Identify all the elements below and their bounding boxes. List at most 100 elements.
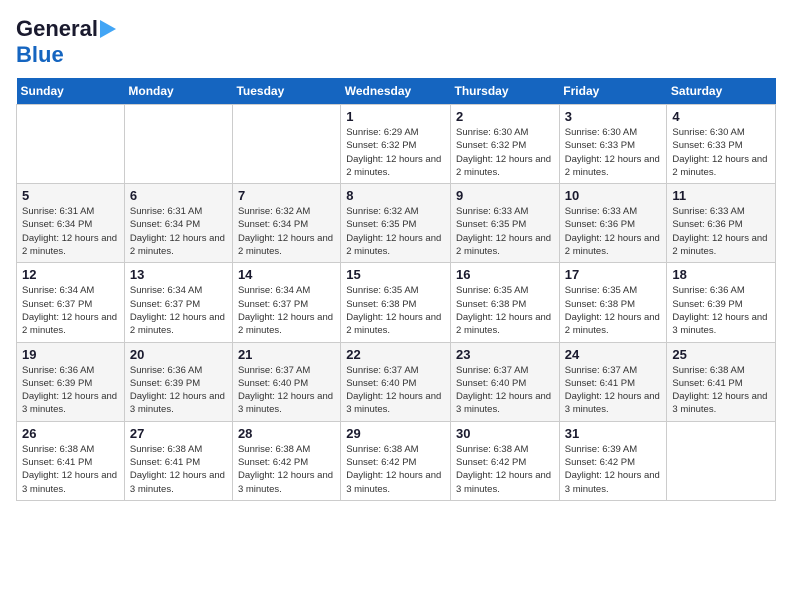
- day-number: 10: [565, 188, 662, 203]
- header-thursday: Thursday: [451, 78, 560, 105]
- header-friday: Friday: [559, 78, 667, 105]
- calendar-week-3: 12 Sunrise: 6:34 AMSunset: 6:37 PMDayligh…: [17, 263, 776, 342]
- day-info: Sunrise: 6:36 AMSunset: 6:39 PMDaylight:…: [22, 364, 119, 417]
- day-number: 11: [672, 188, 770, 203]
- day-info: Sunrise: 6:33 AMSunset: 6:35 PMDaylight:…: [456, 205, 554, 258]
- day-number: 14: [238, 267, 335, 282]
- calendar-cell: 12 Sunrise: 6:34 AMSunset: 6:37 PMDayligh…: [17, 263, 125, 342]
- day-info: Sunrise: 6:31 AMSunset: 6:34 PMDaylight:…: [22, 205, 119, 258]
- day-info: Sunrise: 6:38 AMSunset: 6:42 PMDaylight:…: [238, 443, 335, 496]
- calendar-cell: 20 Sunrise: 6:36 AMSunset: 6:39 PMDayligh…: [124, 342, 232, 421]
- day-number: 6: [130, 188, 227, 203]
- calendar-cell: 17 Sunrise: 6:35 AMSunset: 6:38 PMDayligh…: [559, 263, 667, 342]
- page-header: General Blue: [16, 16, 776, 68]
- day-number: 28: [238, 426, 335, 441]
- calendar-cell: 4 Sunrise: 6:30 AMSunset: 6:33 PMDaylight…: [667, 105, 776, 184]
- day-info: Sunrise: 6:37 AMSunset: 6:40 PMDaylight:…: [238, 364, 335, 417]
- day-info: Sunrise: 6:34 AMSunset: 6:37 PMDaylight:…: [22, 284, 119, 337]
- day-info: Sunrise: 6:32 AMSunset: 6:34 PMDaylight:…: [238, 205, 335, 258]
- calendar-cell: 26 Sunrise: 6:38 AMSunset: 6:41 PMDayligh…: [17, 421, 125, 500]
- calendar-cell: 14 Sunrise: 6:34 AMSunset: 6:37 PMDayligh…: [232, 263, 340, 342]
- day-info: Sunrise: 6:38 AMSunset: 6:41 PMDaylight:…: [22, 443, 119, 496]
- day-info: Sunrise: 6:37 AMSunset: 6:40 PMDaylight:…: [346, 364, 445, 417]
- calendar-cell: 7 Sunrise: 6:32 AMSunset: 6:34 PMDaylight…: [232, 184, 340, 263]
- day-info: Sunrise: 6:29 AMSunset: 6:32 PMDaylight:…: [346, 126, 445, 179]
- logo-arrow-icon: [100, 20, 116, 38]
- calendar-cell: 1 Sunrise: 6:29 AMSunset: 6:32 PMDaylight…: [341, 105, 451, 184]
- day-number: 17: [565, 267, 662, 282]
- calendar-cell: 2 Sunrise: 6:30 AMSunset: 6:32 PMDaylight…: [451, 105, 560, 184]
- calendar-cell: 11 Sunrise: 6:33 AMSunset: 6:36 PMDayligh…: [667, 184, 776, 263]
- day-info: Sunrise: 6:31 AMSunset: 6:34 PMDaylight:…: [130, 205, 227, 258]
- calendar-cell: 28 Sunrise: 6:38 AMSunset: 6:42 PMDayligh…: [232, 421, 340, 500]
- day-info: Sunrise: 6:33 AMSunset: 6:36 PMDaylight:…: [565, 205, 662, 258]
- calendar-cell: [17, 105, 125, 184]
- day-info: Sunrise: 6:37 AMSunset: 6:41 PMDaylight:…: [565, 364, 662, 417]
- day-number: 29: [346, 426, 445, 441]
- calendar-cell: [667, 421, 776, 500]
- calendar-cell: 15 Sunrise: 6:35 AMSunset: 6:38 PMDayligh…: [341, 263, 451, 342]
- calendar-cell: 19 Sunrise: 6:36 AMSunset: 6:39 PMDayligh…: [17, 342, 125, 421]
- day-number: 12: [22, 267, 119, 282]
- calendar-header-row: SundayMondayTuesdayWednesdayThursdayFrid…: [17, 78, 776, 105]
- day-number: 1: [346, 109, 445, 124]
- day-number: 13: [130, 267, 227, 282]
- calendar-cell: [232, 105, 340, 184]
- day-number: 15: [346, 267, 445, 282]
- header-monday: Monday: [124, 78, 232, 105]
- day-info: Sunrise: 6:35 AMSunset: 6:38 PMDaylight:…: [456, 284, 554, 337]
- calendar-week-2: 5Sunrise: 6:31 AMSunset: 6:34 PMDaylight…: [17, 184, 776, 263]
- calendar-cell: 16Sunrise: 6:35 AMSunset: 6:38 PMDayligh…: [451, 263, 560, 342]
- calendar-cell: 22 Sunrise: 6:37 AMSunset: 6:40 PMDayligh…: [341, 342, 451, 421]
- day-info: Sunrise: 6:35 AMSunset: 6:38 PMDaylight:…: [346, 284, 445, 337]
- day-info: Sunrise: 6:39 AMSunset: 6:42 PMDaylight:…: [565, 443, 662, 496]
- day-info: Sunrise: 6:34 AMSunset: 6:37 PMDaylight:…: [238, 284, 335, 337]
- day-info: Sunrise: 6:38 AMSunset: 6:42 PMDaylight:…: [456, 443, 554, 496]
- calendar-cell: 8Sunrise: 6:32 AMSunset: 6:35 PMDaylight…: [341, 184, 451, 263]
- day-number: 2: [456, 109, 554, 124]
- day-number: 25: [672, 347, 770, 362]
- calendar-cell: 24Sunrise: 6:37 AMSunset: 6:41 PMDayligh…: [559, 342, 667, 421]
- day-info: Sunrise: 6:30 AMSunset: 6:32 PMDaylight:…: [456, 126, 554, 179]
- calendar-cell: 9Sunrise: 6:33 AMSunset: 6:35 PMDaylight…: [451, 184, 560, 263]
- day-number: 19: [22, 347, 119, 362]
- day-info: Sunrise: 6:35 AMSunset: 6:38 PMDaylight:…: [565, 284, 662, 337]
- day-number: 26: [22, 426, 119, 441]
- calendar-cell: 10 Sunrise: 6:33 AMSunset: 6:36 PMDayligh…: [559, 184, 667, 263]
- calendar-cell: 30 Sunrise: 6:38 AMSunset: 6:42 PMDayligh…: [451, 421, 560, 500]
- day-number: 20: [130, 347, 227, 362]
- day-number: 7: [238, 188, 335, 203]
- day-number: 31: [565, 426, 662, 441]
- day-number: 3: [565, 109, 662, 124]
- day-number: 8: [346, 188, 445, 203]
- logo: General Blue: [16, 16, 118, 68]
- calendar-cell: 3Sunrise: 6:30 AMSunset: 6:33 PMDaylight…: [559, 105, 667, 184]
- day-number: 23: [456, 347, 554, 362]
- day-info: Sunrise: 6:34 AMSunset: 6:37 PMDaylight:…: [130, 284, 227, 337]
- day-number: 22: [346, 347, 445, 362]
- calendar-cell: [124, 105, 232, 184]
- day-number: 18: [672, 267, 770, 282]
- calendar-cell: 23Sunrise: 6:37 AMSunset: 6:40 PMDayligh…: [451, 342, 560, 421]
- calendar-week-4: 19 Sunrise: 6:36 AMSunset: 6:39 PMDayligh…: [17, 342, 776, 421]
- header-sunday: Sunday: [17, 78, 125, 105]
- day-info: Sunrise: 6:36 AMSunset: 6:39 PMDaylight:…: [672, 284, 770, 337]
- calendar-cell: 27Sunrise: 6:38 AMSunset: 6:41 PMDayligh…: [124, 421, 232, 500]
- calendar-cell: 5Sunrise: 6:31 AMSunset: 6:34 PMDaylight…: [17, 184, 125, 263]
- logo-blue: Blue: [16, 42, 64, 67]
- day-number: 4: [672, 109, 770, 124]
- day-info: Sunrise: 6:33 AMSunset: 6:36 PMDaylight:…: [672, 205, 770, 258]
- calendar-cell: 18 Sunrise: 6:36 AMSunset: 6:39 PMDayligh…: [667, 263, 776, 342]
- calendar-week-5: 26 Sunrise: 6:38 AMSunset: 6:41 PMDayligh…: [17, 421, 776, 500]
- day-info: Sunrise: 6:36 AMSunset: 6:39 PMDaylight:…: [130, 364, 227, 417]
- day-number: 30: [456, 426, 554, 441]
- day-info: Sunrise: 6:30 AMSunset: 6:33 PMDaylight:…: [672, 126, 770, 179]
- calendar-table: SundayMondayTuesdayWednesdayThursdayFrid…: [16, 78, 776, 501]
- header-tuesday: Tuesday: [232, 78, 340, 105]
- calendar-week-1: 1 Sunrise: 6:29 AMSunset: 6:32 PMDaylight…: [17, 105, 776, 184]
- day-number: 21: [238, 347, 335, 362]
- day-info: Sunrise: 6:38 AMSunset: 6:42 PMDaylight:…: [346, 443, 445, 496]
- calendar-cell: 13 Sunrise: 6:34 AMSunset: 6:37 PMDayligh…: [124, 263, 232, 342]
- day-info: Sunrise: 6:38 AMSunset: 6:41 PMDaylight:…: [130, 443, 227, 496]
- calendar-cell: 31 Sunrise: 6:39 AMSunset: 6:42 PMDayligh…: [559, 421, 667, 500]
